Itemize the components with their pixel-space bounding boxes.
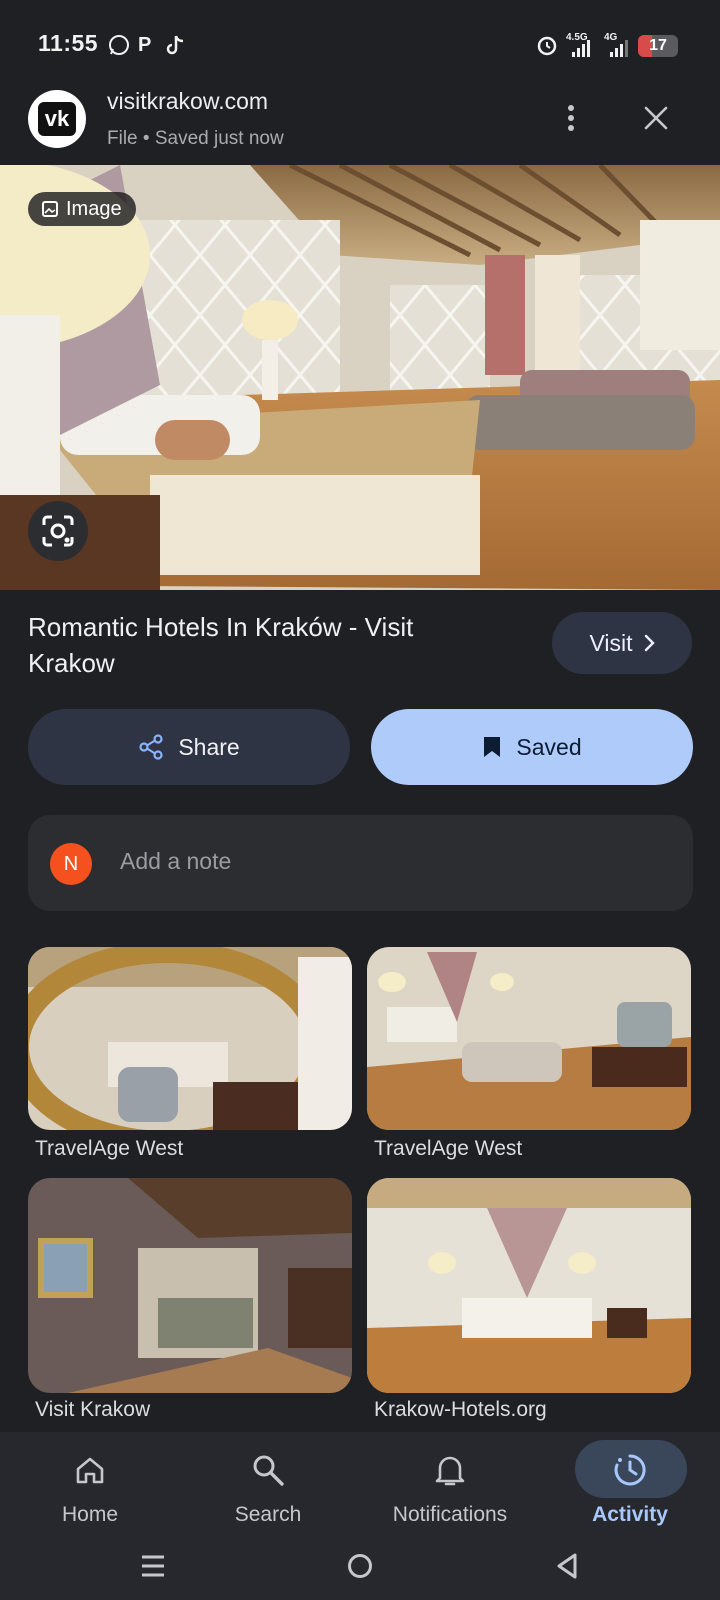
hero-image[interactable]: Image xyxy=(0,165,720,590)
home-circle-icon xyxy=(348,1554,372,1578)
visit-label: Visit xyxy=(589,629,633,656)
status-bar: 11:55 P 4.5G 4G 17 xyxy=(0,0,720,72)
battery-indicator: 17 xyxy=(638,35,678,57)
home-system-button[interactable] xyxy=(347,1553,373,1584)
battery-level: 17 xyxy=(649,37,667,54)
signal-icon: 4G xyxy=(604,32,632,58)
whatsapp-icon xyxy=(108,34,130,56)
related-image-card[interactable] xyxy=(28,947,352,1130)
content-type-label: Image xyxy=(66,197,122,220)
nav-notifications-label: Notifications xyxy=(392,1503,508,1526)
back-icon xyxy=(557,1553,577,1579)
site-logo-text: vk xyxy=(38,102,76,136)
related-photo xyxy=(28,1178,352,1393)
related-source[interactable]: Visit Krakow xyxy=(35,1398,150,1422)
related-photo xyxy=(367,947,691,1130)
close-button[interactable] xyxy=(634,96,678,140)
recent-apps-button[interactable] xyxy=(140,1554,166,1583)
bookmark-icon xyxy=(484,737,501,757)
recents-icon xyxy=(142,1555,164,1577)
related-photo xyxy=(367,1178,691,1393)
related-source[interactable]: Krakow-Hotels.org xyxy=(374,1398,547,1422)
site-name[interactable]: visitkrakow.com xyxy=(107,88,268,115)
add-note-field[interactable]: N Add a note xyxy=(28,815,693,911)
related-source[interactable]: TravelAge West xyxy=(35,1137,183,1161)
saved-label: Saved xyxy=(516,733,582,760)
nav-notifications[interactable]: Notifications xyxy=(360,1432,540,1532)
saved-status: File • Saved just now xyxy=(107,128,284,149)
nav-home-label: Home xyxy=(61,1503,119,1526)
activity-icon xyxy=(608,1452,652,1488)
related-image-card[interactable] xyxy=(367,1178,691,1393)
signal-icon: 4.5G xyxy=(566,32,594,58)
bottom-navigation: Home Search Notifications Activity xyxy=(0,1432,720,1532)
image-icon xyxy=(42,201,58,217)
related-image-card[interactable] xyxy=(28,1178,352,1393)
saved-button[interactable]: Saved xyxy=(371,709,693,785)
alarm-icon xyxy=(536,34,558,56)
nav-home[interactable]: Home xyxy=(0,1432,180,1532)
site-logo[interactable]: vk xyxy=(28,90,86,148)
system-navigation-bar xyxy=(0,1532,720,1600)
more-vert-icon xyxy=(568,105,574,131)
parking-icon: P xyxy=(138,34,152,56)
status-time: 11:55 xyxy=(38,30,99,56)
result-header: vk visitkrakow.com File • Saved just now xyxy=(0,72,720,164)
share-button[interactable]: Share xyxy=(28,709,350,785)
network-label: 4G xyxy=(604,32,618,43)
related-image-card[interactable] xyxy=(367,947,691,1130)
share-label: Share xyxy=(178,733,240,760)
visit-button[interactable]: Visit xyxy=(552,612,692,674)
bell-icon xyxy=(428,1452,472,1488)
tiktok-icon xyxy=(166,34,188,56)
network-label: 4.5G xyxy=(566,32,588,43)
back-button[interactable] xyxy=(555,1552,579,1585)
related-photo xyxy=(28,947,352,1130)
related-source[interactable]: TravelAge West xyxy=(374,1137,522,1161)
nav-search[interactable]: Search xyxy=(178,1432,358,1532)
nav-activity-label: Activity xyxy=(592,1503,668,1526)
hotel-room-photo xyxy=(0,165,720,590)
result-title[interactable]: Romantic Hotels In Kraków - Visit Krakow xyxy=(28,609,498,681)
nav-activity[interactable]: Activity xyxy=(540,1432,720,1532)
close-icon xyxy=(644,106,668,130)
chevron-right-icon xyxy=(644,634,655,652)
share-icon xyxy=(139,734,163,760)
lens-icon xyxy=(42,515,74,547)
content-type-chip: Image xyxy=(28,192,136,226)
user-avatar: N xyxy=(50,843,92,885)
search-icon xyxy=(246,1452,290,1488)
nav-search-label: Search xyxy=(234,1503,302,1526)
more-options-button[interactable] xyxy=(549,96,593,140)
note-placeholder: Add a note xyxy=(120,848,232,874)
home-icon xyxy=(68,1452,112,1488)
lens-button[interactable] xyxy=(28,501,88,561)
